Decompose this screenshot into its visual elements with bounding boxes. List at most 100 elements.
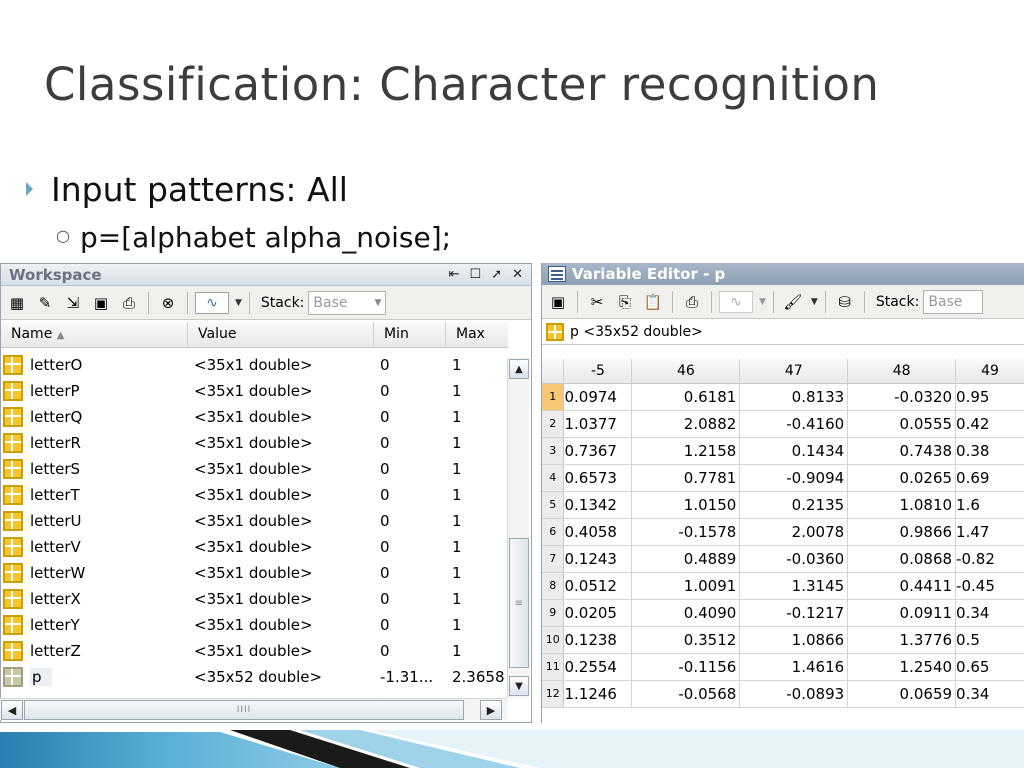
column-header[interactable]: 49 [955,359,1024,384]
close-icon[interactable]: ✕ [512,267,523,282]
row-header[interactable]: 7 [542,545,565,573]
scroll-right-icon[interactable]: ▶ [480,700,502,720]
table-cell[interactable]: 0.95 [955,383,1024,411]
table-cell[interactable]: 1.47 [955,518,1024,546]
column-value[interactable]: Value [188,322,374,347]
table-cell[interactable]: 0.0974 [563,383,633,411]
row-header[interactable]: 9 [542,599,565,627]
table-cell[interactable]: 1.0150 [631,491,741,519]
table-cell[interactable]: 1.3776 [847,626,957,654]
column-header[interactable]: 46 [631,359,741,384]
row-header[interactable]: 3 [542,437,565,465]
table-cell[interactable]: 1.1246 [563,680,633,708]
table-cell[interactable]: 2.0882 [631,410,741,438]
workspace-horizontal-scrollbar[interactable]: ◀ IIII ▶ [0,698,507,720]
table-cell[interactable]: 1.2158 [631,437,741,465]
table-cell[interactable]: 0.0911 [847,599,957,627]
table-cell[interactable]: -0.1217 [739,599,849,627]
table-cell[interactable]: 0.1434 [739,437,849,465]
row-header[interactable]: 1 [542,383,565,411]
table-cell[interactable]: 0.65 [955,653,1024,681]
table-cell[interactable]: 0.2135 [739,491,849,519]
table-cell[interactable]: -0.0893 [739,680,849,708]
table-cell[interactable]: 1.4616 [739,653,849,681]
table-cell[interactable]: -0.45 [955,572,1024,600]
table-cell[interactable]: 0.69 [955,464,1024,492]
table-cell[interactable]: 1.3145 [739,572,849,600]
brush-icon[interactable]: 🖌 [781,290,805,314]
cut-icon[interactable]: ✂ [585,290,609,314]
workspace-row[interactable]: letterQ <35x1 double> 0 1 [1,404,506,430]
delete-variable-icon[interactable]: ⊗ [156,291,180,315]
table-cell[interactable]: 1.0866 [739,626,849,654]
row-header[interactable]: 4 [542,464,565,492]
print-icon[interactable]: ⎙ [680,290,704,314]
table-cell[interactable]: 1.0810 [847,491,957,519]
table-cell[interactable]: -0.82 [955,545,1024,573]
new-variable-icon[interactable]: ▦ [5,291,29,315]
table-cell[interactable]: 0.4889 [631,545,741,573]
table-cell[interactable]: 0.6181 [631,383,741,411]
variable-link-icon[interactable]: ⛁ [833,290,857,314]
table-cell[interactable]: 0.0555 [847,410,957,438]
table-cell[interactable]: 0.7781 [631,464,741,492]
stack-select[interactable]: Base ▼ [308,290,387,315]
column-header[interactable]: 47 [739,359,849,384]
table-cell[interactable]: 1.0091 [631,572,741,600]
table-cell[interactable]: 0.0868 [847,545,957,573]
table-cell[interactable]: -0.9094 [739,464,849,492]
table-cell[interactable]: -0.4160 [739,410,849,438]
table-cell[interactable]: -0.1578 [631,518,741,546]
table-cell[interactable]: 0.34 [955,599,1024,627]
table-cell[interactable]: 0.0205 [563,599,633,627]
table-cell[interactable]: 0.0265 [847,464,957,492]
table-cell[interactable]: 0.0512 [563,572,633,600]
save-icon[interactable]: ▣ [546,290,570,314]
table-cell[interactable]: 0.1243 [563,545,633,573]
scroll-down-icon[interactable]: ▼ [509,676,529,696]
workspace-vertical-scrollbar[interactable]: ▲ ≡ ▼ [507,358,529,698]
workspace-row[interactable]: letterY <35x1 double> 0 1 [1,612,506,638]
print-icon[interactable]: ⎙ [117,291,141,315]
table-cell[interactable]: 0.1342 [563,491,633,519]
table-cell[interactable]: 0.34 [955,680,1024,708]
table-cell[interactable]: -0.0568 [631,680,741,708]
table-cell[interactable]: 0.8133 [739,383,849,411]
table-cell[interactable]: 1.6 [955,491,1024,519]
chevron-down-icon[interactable]: ▼ [235,298,242,308]
table-cell[interactable]: 0.4058 [563,518,633,546]
import-data-icon[interactable]: ⇲ [61,291,85,315]
table-cell[interactable]: 0.1238 [563,626,633,654]
workspace-row[interactable]: letterP <35x1 double> 0 1 [1,378,506,404]
table-cell[interactable]: 0.5 [955,626,1024,654]
row-header[interactable]: 2 [542,410,565,438]
table-cell[interactable]: 0.2554 [563,653,633,681]
row-header[interactable]: 8 [542,572,565,600]
save-workspace-icon[interactable]: ▣ [89,291,113,315]
table-cell[interactable]: 0.4411 [847,572,957,600]
table-cell[interactable]: 2.0078 [739,518,849,546]
row-header[interactable]: 6 [542,518,565,546]
workspace-row[interactable]: letterU <35x1 double> 0 1 [1,508,506,534]
workspace-row[interactable]: letterZ <35x1 double> 0 1 [1,638,506,664]
plot-selection-icon[interactable]: ∿ [719,290,753,313]
column-header[interactable]: 48 [847,359,957,384]
paste-icon[interactable]: 📋 [641,290,665,314]
row-header[interactable]: 11 [542,653,565,681]
open-variable-icon[interactable]: ✎ [33,291,57,315]
table-cell[interactable]: 0.7438 [847,437,957,465]
table-cell[interactable]: -0.0320 [847,383,957,411]
scroll-left-icon[interactable]: ◀ [1,700,23,720]
chevron-down-icon[interactable]: ▼ [811,297,818,307]
chevron-down-icon[interactable]: ▼ [759,297,766,307]
workspace-row[interactable]: letterO <35x1 double> 0 1 [1,352,506,378]
undock-icon[interactable]: ⇤ [449,267,460,282]
table-cell[interactable]: 0.4090 [631,599,741,627]
table-cell[interactable]: 0.6573 [563,464,633,492]
table-cell[interactable]: 0.38 [955,437,1024,465]
table-cell[interactable]: -0.1156 [631,653,741,681]
table-cell[interactable]: 0.3512 [631,626,741,654]
maximize-icon[interactable]: ☐ [470,267,482,282]
scroll-up-icon[interactable]: ▲ [509,359,529,379]
table-cell[interactable]: 0.0659 [847,680,957,708]
